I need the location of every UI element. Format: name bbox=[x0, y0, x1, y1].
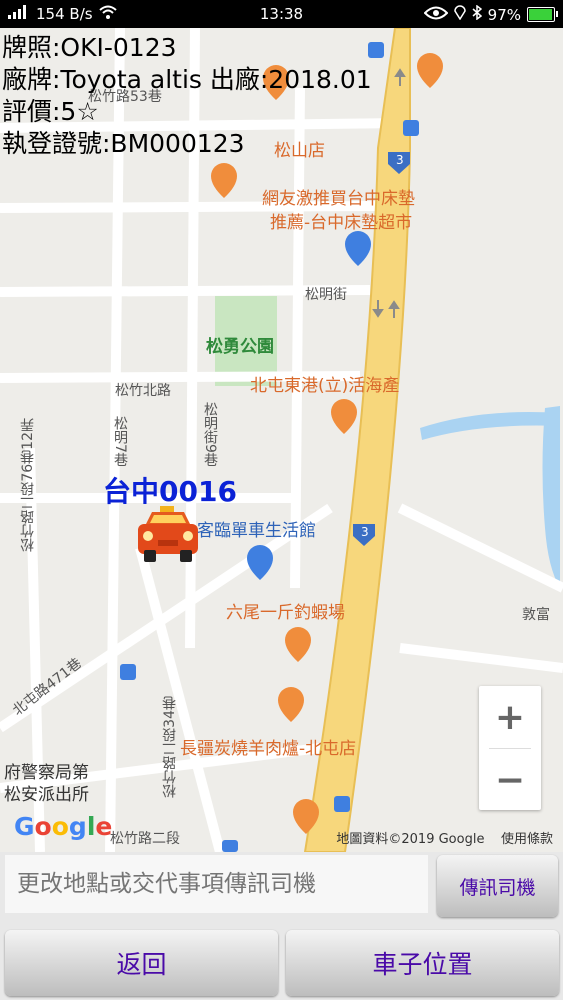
map-attribution: 地圖資料©2019 Google 使用條款 bbox=[336, 828, 553, 847]
poi-bike-hall[interactable]: 客臨單車生活館 bbox=[197, 516, 316, 541]
car-location-button[interactable]: 車子位置 bbox=[286, 930, 559, 996]
route-3-north: 3 bbox=[396, 153, 404, 167]
street-songzhu-north: 松竹北路 bbox=[115, 383, 171, 399]
poi-mattress-line1[interactable]: 網友激推買台中床墊 bbox=[262, 184, 415, 209]
vehicle-info: 牌照:OKI-0123 廠牌:Toyota altis 出廠:2018.01 評… bbox=[2, 32, 372, 160]
zoom-in-button[interactable]: + bbox=[479, 686, 541, 748]
plate-number: 牌照:OKI-0123 bbox=[2, 33, 177, 62]
vehicle-model: 廠牌:Toyota altis 出廠:2018.01 bbox=[2, 65, 372, 94]
zoom-controls: + − bbox=[479, 686, 541, 810]
poi-police-line2[interactable]: 松安派出所 bbox=[4, 780, 89, 805]
driver-rating: 評價:5☆ bbox=[2, 97, 99, 126]
back-button[interactable]: 返回 bbox=[5, 930, 278, 996]
map-copyright: 地圖資料©2019 Google bbox=[336, 832, 485, 847]
google-logo: Google bbox=[14, 812, 113, 841]
message-input[interactable] bbox=[5, 855, 428, 913]
street-songzhu-76: 松竹路二段76巷12弄 bbox=[20, 418, 36, 552]
battery-percent: 97% bbox=[487, 5, 521, 24]
send-message-button[interactable]: 傳訊司機 bbox=[437, 855, 558, 917]
eye-icon bbox=[423, 6, 449, 24]
street-songzhu-34: 松竹路二段34巷 bbox=[162, 696, 178, 798]
place-dunfu: 敦富 bbox=[522, 607, 550, 623]
street-songming-9: 松明街9巷 bbox=[202, 402, 218, 467]
poi-beitun-seafood[interactable]: 北屯東港(立)活海產 bbox=[250, 371, 399, 396]
poi-shrimp[interactable]: 六尾一斤釣蝦場 bbox=[226, 598, 345, 623]
status-bar: 154 B/s 13:38 97% bbox=[0, 0, 563, 28]
terms-link[interactable]: 使用條款 bbox=[501, 832, 553, 847]
bluetooth-icon bbox=[472, 4, 482, 24]
street-songzhu-2: 松竹路二段 bbox=[110, 831, 180, 847]
poi-park[interactable]: 松勇公園 bbox=[206, 332, 274, 357]
street-songming-7: 松明7巷 bbox=[112, 416, 128, 467]
car-marker-label[interactable]: 台中0016 bbox=[103, 470, 237, 510]
location-icon bbox=[453, 5, 466, 24]
battery-icon bbox=[527, 7, 558, 22]
poi-bbq[interactable]: 長疆炭燒羊肉爐-北屯店 bbox=[180, 734, 356, 759]
route-3-south: 3 bbox=[361, 525, 369, 539]
registration-number: 執登證號:BM000123 bbox=[2, 129, 245, 158]
poi-mattress-line2[interactable]: 推薦-台中床墊超市 bbox=[270, 208, 412, 233]
zoom-out-button[interactable]: − bbox=[479, 749, 541, 811]
street-songming: 松明街 bbox=[305, 287, 347, 303]
